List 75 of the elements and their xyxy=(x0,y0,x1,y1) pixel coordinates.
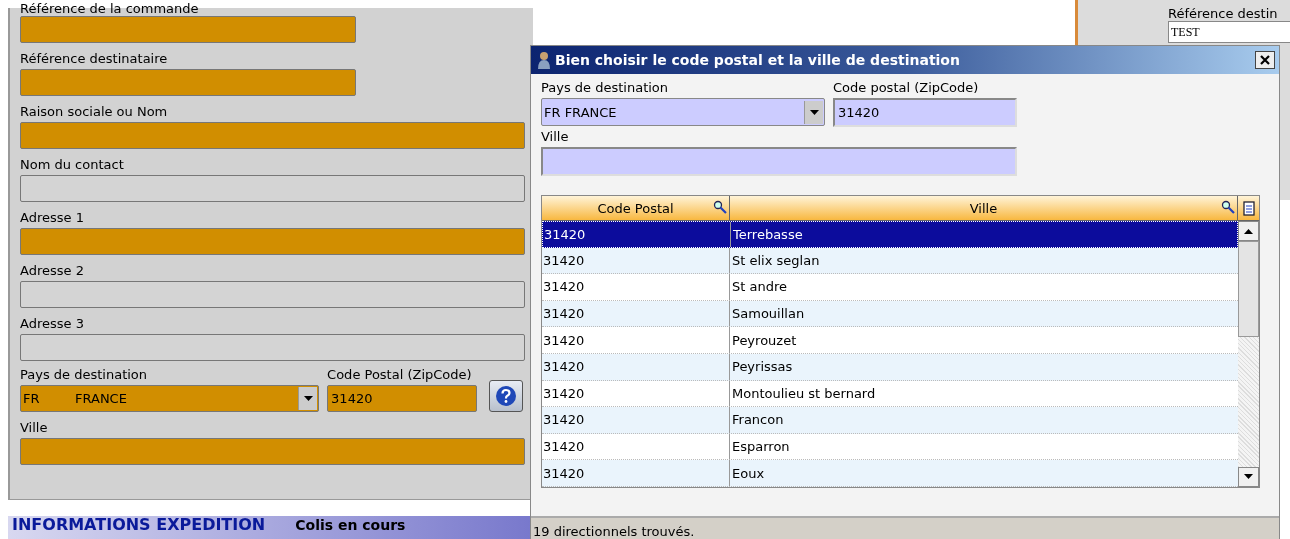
table-cell: 31420 xyxy=(542,407,730,433)
scroll-up-icon[interactable] xyxy=(1244,228,1253,234)
table-row[interactable]: 31420 Terrebasse xyxy=(542,221,1238,248)
input-field[interactable] xyxy=(20,281,525,308)
field-label: Référence destinataire xyxy=(20,50,169,68)
field-label: Adresse 2 xyxy=(20,262,85,280)
table-cell: 31420 xyxy=(542,327,730,353)
field-label: Code Postal (ZipCode) xyxy=(327,366,473,384)
field-label: Pays de destination xyxy=(541,79,670,97)
table-cell-text: Peyrouzet xyxy=(731,331,798,350)
zip-field[interactable]: 31420 xyxy=(327,385,478,412)
input-field[interactable] xyxy=(20,175,525,202)
country-dropdown[interactable]: FR FRANCE xyxy=(541,98,825,126)
columns-icon[interactable] xyxy=(1241,200,1256,216)
table-cell-text: St andre xyxy=(731,278,788,297)
dialog-title: Bien choisir le code postal et la ville de destination xyxy=(555,52,961,68)
table-row[interactable]: 31420 Samouillan xyxy=(542,300,1238,328)
column-header[interactable]: Ville xyxy=(730,196,1238,220)
table-cell: 31420 xyxy=(542,300,730,327)
zip-field[interactable]: 31420 xyxy=(833,98,1017,127)
input-field[interactable] xyxy=(20,122,525,149)
table-cell: 31420 xyxy=(543,222,731,247)
section-subtitle: Colis en cours xyxy=(295,516,406,534)
city-field[interactable] xyxy=(541,147,1017,176)
field-label: Adresse 3 xyxy=(20,315,85,333)
table-row[interactable]: 31420 St elix seglan xyxy=(542,247,1238,275)
field-label: Nom du contact xyxy=(20,156,125,174)
scrollbar[interactable] xyxy=(1238,221,1259,487)
field-label: Raison sociale ou Nom xyxy=(20,103,169,121)
city-field[interactable] xyxy=(20,438,525,465)
table-cell-text: Terrebasse xyxy=(732,225,804,244)
table-cell-text: St elix seglan xyxy=(731,251,821,270)
field-label: Référence destin xyxy=(1168,6,1279,21)
help-icon[interactable] xyxy=(495,385,518,407)
table-cell: 31420 xyxy=(542,247,730,274)
table-cell-text: Eoux xyxy=(731,464,766,483)
table-row[interactable]: 31420 Esparron xyxy=(542,433,1238,461)
status-text: 19 directionnels trouvés. xyxy=(533,523,695,539)
field-label: Code postal (ZipCode) xyxy=(833,79,980,97)
scroll-down-icon[interactable] xyxy=(1244,474,1253,480)
table-cell-text: Montoulieu st bernard xyxy=(731,384,877,403)
field-label: Référence de la commande xyxy=(20,2,200,16)
table-row[interactable]: 31420 Montoulieu st bernard xyxy=(542,380,1238,408)
input-field[interactable] xyxy=(20,69,356,96)
column-header[interactable]: Code Postal xyxy=(542,196,730,220)
table-cell-text: Samouillan xyxy=(731,305,806,324)
search-icon[interactable] xyxy=(1221,200,1235,214)
field-label: Ville xyxy=(20,419,49,437)
field-label: Pays de destination xyxy=(20,366,149,384)
table-row[interactable]: 31420 St andre xyxy=(542,274,1238,301)
table-row[interactable]: 31420 Peyrissas xyxy=(542,353,1238,381)
person-icon xyxy=(537,51,551,69)
field-label: Adresse 1 xyxy=(20,209,85,227)
table-cell-text: Esparron xyxy=(731,438,791,457)
table-cell-text: Peyrissas xyxy=(731,358,794,377)
search-icon[interactable] xyxy=(713,200,727,214)
table-cell: 31420 xyxy=(542,274,730,300)
section-title: INFORMATIONS EXPEDITION xyxy=(12,516,266,534)
close-icon[interactable] xyxy=(1260,55,1270,65)
table-cell: 31420 xyxy=(542,353,730,380)
input-field[interactable] xyxy=(20,16,356,43)
country-dropdown[interactable]: FR FRANCE xyxy=(20,385,320,412)
table-cell-text: Francon xyxy=(731,411,785,430)
help-button[interactable] xyxy=(489,380,523,412)
table-row[interactable]: 31420 Francon xyxy=(542,407,1238,434)
field-label: Ville xyxy=(541,128,570,146)
table-row[interactable]: 31420 Peyrouzet xyxy=(542,327,1238,354)
input-field[interactable] xyxy=(20,334,525,361)
table-row[interactable]: 31420 Eoux xyxy=(542,460,1238,487)
input-field[interactable] xyxy=(20,228,525,255)
table-cell: 31420 xyxy=(542,433,730,460)
input-field[interactable]: TEST xyxy=(1168,21,1290,43)
table-cell: 31420 xyxy=(542,380,730,407)
close-button[interactable] xyxy=(1255,51,1275,69)
table-cell: 31420 xyxy=(542,460,730,486)
